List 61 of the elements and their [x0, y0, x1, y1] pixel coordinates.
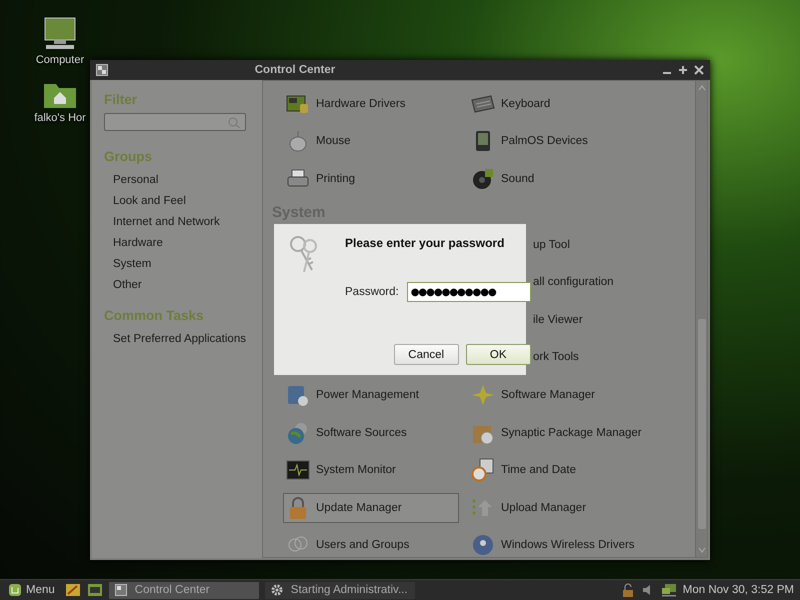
task-link[interactable]: Set Preferred Applications	[104, 329, 262, 350]
group-link[interactable]: Look and Feel	[104, 191, 262, 212]
control-center-item[interactable]: Upload Manager	[468, 492, 644, 523]
taskbar-task[interactable]: Starting Administrativ...	[264, 582, 415, 598]
filter-heading: Filter	[104, 92, 138, 107]
terminal-icon[interactable]	[86, 583, 103, 597]
taskbar-task[interactable]: Control Center	[108, 582, 259, 598]
control-center-item[interactable]: System Monitor	[283, 455, 459, 486]
control-center-item[interactable]: Software Sources	[283, 418, 459, 448]
search-icon	[227, 116, 241, 128]
control-center-item[interactable]: Users and Groups	[283, 530, 459, 557]
dialog-button[interactable]: Cancel	[394, 344, 459, 365]
control-center-item[interactable]: Hardware Drivers	[283, 88, 459, 119]
common-tasks-heading: Common Tasks	[104, 308, 205, 323]
scrollbar[interactable]	[695, 81, 707, 557]
scroll-up-icon	[698, 85, 706, 91]
group-link[interactable]: Other	[104, 275, 262, 296]
control-center-item[interactable]: Sound	[468, 164, 644, 194]
control-center-item[interactable]: Software Manager	[468, 380, 644, 410]
control-center-item[interactable]: Keyboard	[468, 88, 644, 119]
window-menu-icon[interactable]	[96, 64, 108, 76]
globe-icon	[286, 420, 310, 445]
menu-button[interactable]: Menu	[4, 583, 59, 597]
gear-icon	[270, 584, 283, 596]
groups-heading: Groups	[104, 149, 154, 164]
window-icon	[114, 584, 127, 596]
monitor-pulse-icon	[286, 458, 310, 482]
leaf-logo-icon	[8, 583, 22, 597]
control-center-item[interactable]: Windows Wireless Drivers	[468, 530, 644, 557]
group-link[interactable]: Personal	[104, 170, 262, 191]
wireless-icon	[471, 533, 495, 557]
desktop-icon-label: Computer	[36, 54, 84, 66]
star-icon	[471, 382, 495, 407]
control-center-item[interactable]: Mouse	[283, 126, 459, 156]
group-link[interactable]: Hardware	[104, 233, 262, 254]
control-center-item[interactable]: Power Management	[283, 380, 459, 410]
clock[interactable]: Mon Nov 30, 3:52 PM	[682, 584, 796, 596]
speaker-icon	[471, 166, 495, 191]
window-title: Control Center	[254, 64, 336, 76]
close-icon[interactable]	[694, 64, 704, 76]
group-link[interactable]: System	[104, 254, 262, 275]
filter-field[interactable]	[104, 113, 246, 131]
network-icon[interactable]	[660, 583, 677, 597]
padlock-icon[interactable]	[620, 583, 635, 597]
password-field[interactable]: ●●●●●●●●●●●	[406, 282, 531, 302]
control-center-item[interactable]: Time and Date	[468, 455, 644, 486]
maximize-icon[interactable]	[678, 64, 688, 76]
control-center-item[interactable]: Printing	[283, 164, 459, 194]
dialog-title: Please enter your password	[345, 236, 506, 250]
scroll-down-icon	[698, 547, 706, 553]
default-dialog-button[interactable]: OK	[466, 344, 531, 365]
computer-icon[interactable]	[42, 16, 78, 52]
password-label: Password:	[345, 286, 399, 298]
group-link[interactable]: Internet and Network	[104, 212, 262, 233]
clock-icon	[471, 458, 495, 482]
control-center-item[interactable]: Synaptic Package Manager	[468, 418, 644, 448]
desktop-icon-label: falko's Hor	[34, 112, 86, 124]
text-editor-icon[interactable]	[64, 583, 81, 597]
scrollbar-thumb[interactable]	[698, 319, 706, 529]
control-center-item[interactable]: Update Manager	[283, 492, 459, 523]
control-center-item[interactable]: PalmOS Devices	[468, 126, 644, 156]
